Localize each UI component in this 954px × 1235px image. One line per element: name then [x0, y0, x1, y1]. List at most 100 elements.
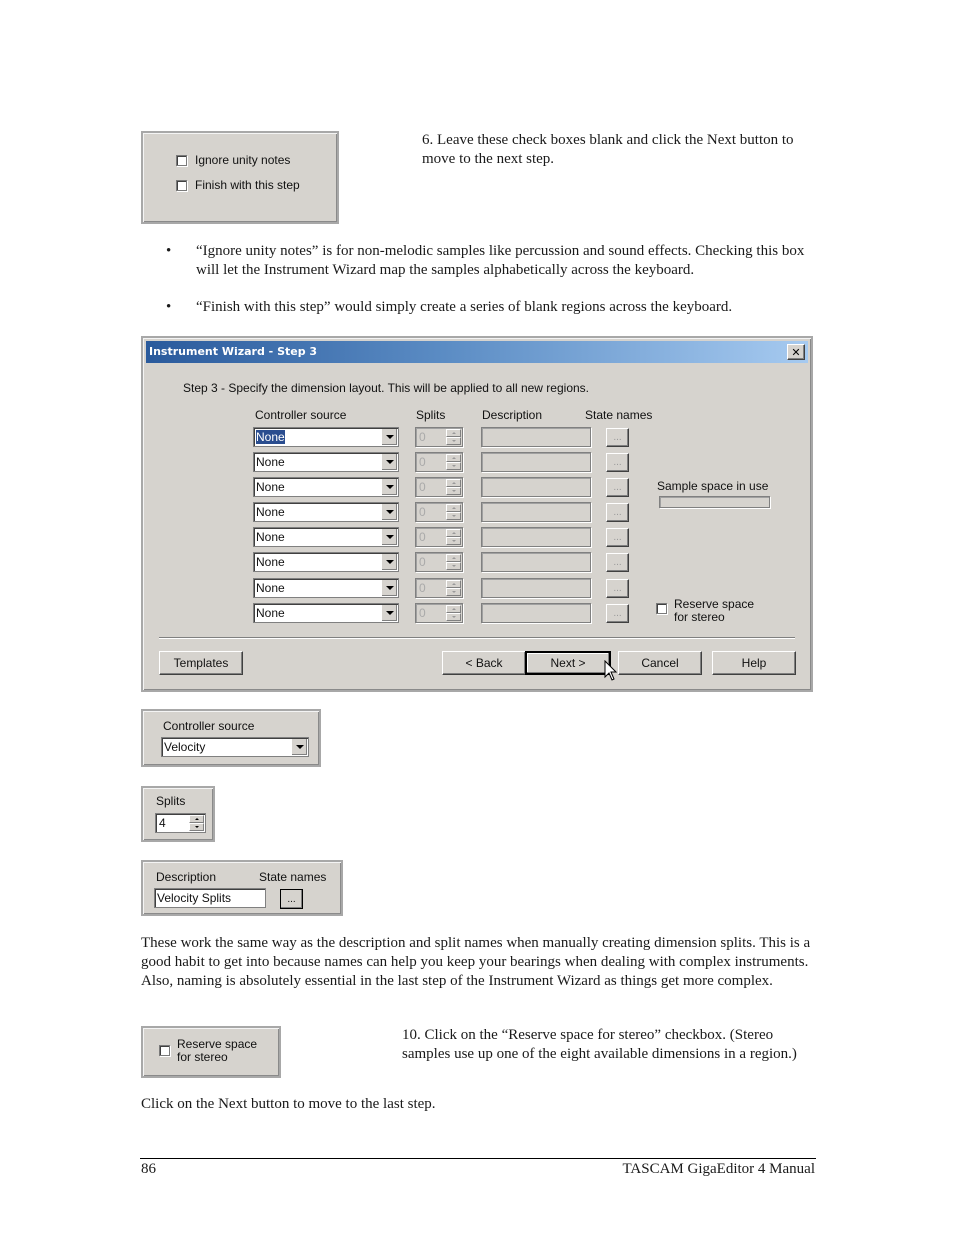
reserve-stereo-example-checkbox[interactable]: [159, 1045, 170, 1056]
chevron-down-icon[interactable]: [291, 739, 307, 755]
description-input[interactable]: [481, 452, 591, 472]
state-names-button[interactable]: ...: [606, 604, 629, 623]
splits-spin-buttons[interactable]: [446, 504, 461, 520]
controller-source-dropdown[interactable]: None: [253, 477, 399, 497]
step6-instruction: 6. Leave these check boxes blank and cli…: [422, 132, 794, 167]
chevron-down-icon[interactable]: [381, 529, 397, 545]
description-input[interactable]: [481, 427, 591, 447]
spin-up-icon[interactable]: [189, 815, 204, 823]
state-names-button[interactable]: ...: [606, 478, 629, 497]
controller-source-value: None: [256, 530, 285, 544]
splits-spin-buttons[interactable]: [446, 479, 461, 495]
controller-source-dropdown[interactable]: None: [253, 603, 399, 623]
controller-source-dropdown[interactable]: None: [253, 452, 399, 472]
cancel-button[interactable]: Cancel: [618, 651, 702, 675]
splits-spin-buttons[interactable]: [446, 580, 461, 596]
page-number: 86: [141, 1161, 156, 1177]
description-input[interactable]: [481, 578, 591, 598]
help-button[interactable]: Help: [712, 651, 796, 675]
chevron-down-icon[interactable]: [381, 429, 397, 445]
chevron-down-icon[interactable]: [381, 605, 397, 621]
chevron-down-icon[interactable]: [381, 554, 397, 570]
chevron-down-icon[interactable]: [381, 504, 397, 520]
splits-value: 0: [419, 606, 426, 620]
state-names-button[interactable]: ...: [606, 503, 629, 522]
spin-up-icon[interactable]: [446, 554, 461, 562]
splits-spin-buttons[interactable]: [446, 454, 461, 470]
splits-stepper[interactable]: 0: [415, 552, 463, 572]
splits-spin-buttons[interactable]: [189, 815, 204, 831]
splits-stepper[interactable]: 0: [415, 452, 463, 472]
splits-spin-buttons[interactable]: [446, 529, 461, 545]
bullet-item: • “Finish with this step” would simply c…: [166, 298, 816, 317]
chevron-down-icon[interactable]: [381, 479, 397, 495]
templates-button[interactable]: Templates: [159, 651, 243, 675]
state-names-button[interactable]: ...: [606, 528, 629, 547]
step10-instruction: 10. Click on the “Reserve space for ster…: [402, 1027, 797, 1062]
ignore-unity-notes-checkbox[interactable]: [176, 154, 187, 166]
splits-stepper[interactable]: 0: [415, 603, 463, 623]
controller-source-dropdown[interactable]: None: [253, 578, 399, 598]
splits-stepper[interactable]: 4: [155, 813, 206, 833]
spin-up-icon[interactable]: [446, 479, 461, 487]
back-button[interactable]: < Back: [442, 651, 526, 675]
controller-source-dropdown[interactable]: Velocity: [161, 737, 309, 757]
splits-value: 4: [159, 816, 166, 830]
controller-source-dropdown[interactable]: None: [253, 527, 399, 547]
state-names-button[interactable]: ...: [606, 428, 629, 447]
spin-up-icon[interactable]: [446, 605, 461, 613]
reserve-stereo-option[interactable]: Reserve space for stereo: [656, 598, 754, 624]
controller-source-dropdown[interactable]: None: [253, 502, 399, 522]
finish-step-row[interactable]: Finish with this step: [176, 178, 300, 192]
spin-up-icon[interactable]: [446, 429, 461, 437]
state-names-button[interactable]: ...: [606, 553, 629, 572]
spin-down-icon[interactable]: [189, 823, 204, 831]
spin-down-icon[interactable]: [446, 613, 461, 621]
ignore-unity-notes-row[interactable]: Ignore unity notes: [176, 153, 290, 167]
description-input[interactable]: Velocity Splits: [154, 888, 266, 908]
splits-stepper[interactable]: 0: [415, 502, 463, 522]
spin-down-icon[interactable]: [446, 437, 461, 445]
spin-up-icon[interactable]: [446, 529, 461, 537]
reserve-stereo-checkbox[interactable]: [656, 603, 667, 614]
description-input[interactable]: [481, 527, 591, 547]
splits-stepper[interactable]: 0: [415, 578, 463, 598]
splits-value: 0: [419, 530, 426, 544]
controller-source-dropdown[interactable]: None: [253, 427, 399, 447]
description-input[interactable]: [481, 552, 591, 572]
description-input[interactable]: [481, 502, 591, 522]
chevron-down-icon[interactable]: [381, 580, 397, 596]
chevron-down-icon[interactable]: [381, 454, 397, 470]
spin-down-icon[interactable]: [446, 487, 461, 495]
reserve-stereo-example-line1: Reserve space: [177, 1037, 258, 1051]
reserve-stereo-example-option[interactable]: Reserve space for stereo: [159, 1038, 257, 1064]
next-button[interactable]: Next >: [525, 651, 611, 675]
state-names-button[interactable]: ...: [606, 579, 629, 598]
finish-with-this-step-checkbox[interactable]: [176, 179, 187, 191]
spin-up-icon[interactable]: [446, 504, 461, 512]
spin-down-icon[interactable]: [446, 537, 461, 545]
spin-down-icon[interactable]: [446, 588, 461, 596]
description-input[interactable]: [481, 603, 591, 623]
close-button[interactable]: ✕: [787, 344, 805, 360]
state-names-button[interactable]: ...: [606, 453, 629, 472]
controller-source-dropdown[interactable]: None: [253, 552, 399, 572]
description-input[interactable]: [481, 477, 591, 497]
bullet-glyph: •: [166, 243, 172, 259]
splits-spin-buttons[interactable]: [446, 605, 461, 621]
splits-spin-buttons[interactable]: [446, 554, 461, 570]
spin-down-icon[interactable]: [446, 462, 461, 470]
dialog-titlebar[interactable]: Instrument Wizard - Step 3 ✕: [146, 341, 808, 363]
dialog-title: Instrument Wizard - Step 3: [149, 345, 318, 358]
spin-up-icon[interactable]: [446, 454, 461, 462]
splits-stepper[interactable]: 0: [415, 477, 463, 497]
splits-stepper[interactable]: 0: [415, 427, 463, 447]
state-names-button[interactable]: ...: [280, 889, 303, 909]
back-button-label: < Back: [465, 656, 503, 670]
spin-up-icon[interactable]: [446, 580, 461, 588]
splits-spin-buttons[interactable]: [446, 429, 461, 445]
spin-down-icon[interactable]: [446, 562, 461, 570]
splits-example-panel: Splits 4: [141, 786, 215, 842]
splits-stepper[interactable]: 0: [415, 527, 463, 547]
spin-down-icon[interactable]: [446, 512, 461, 520]
